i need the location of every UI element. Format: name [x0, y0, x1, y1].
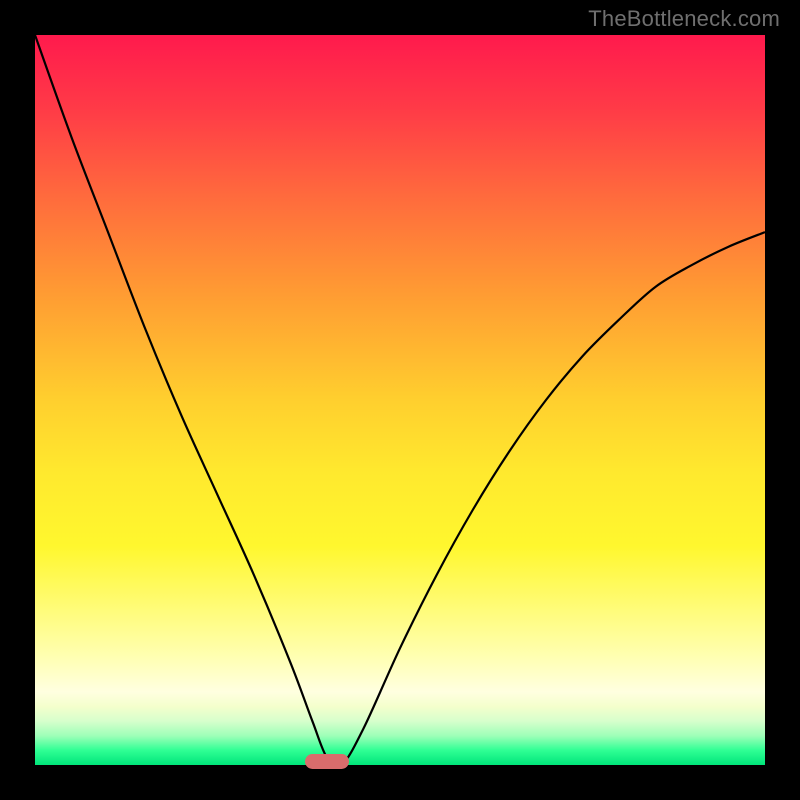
- watermark-text: TheBottleneck.com: [588, 6, 780, 32]
- minimum-marker: [305, 754, 349, 769]
- chart-frame: TheBottleneck.com: [0, 0, 800, 800]
- chart-curve: [35, 35, 765, 767]
- plot-area: [35, 35, 765, 765]
- curve-svg: [35, 35, 765, 765]
